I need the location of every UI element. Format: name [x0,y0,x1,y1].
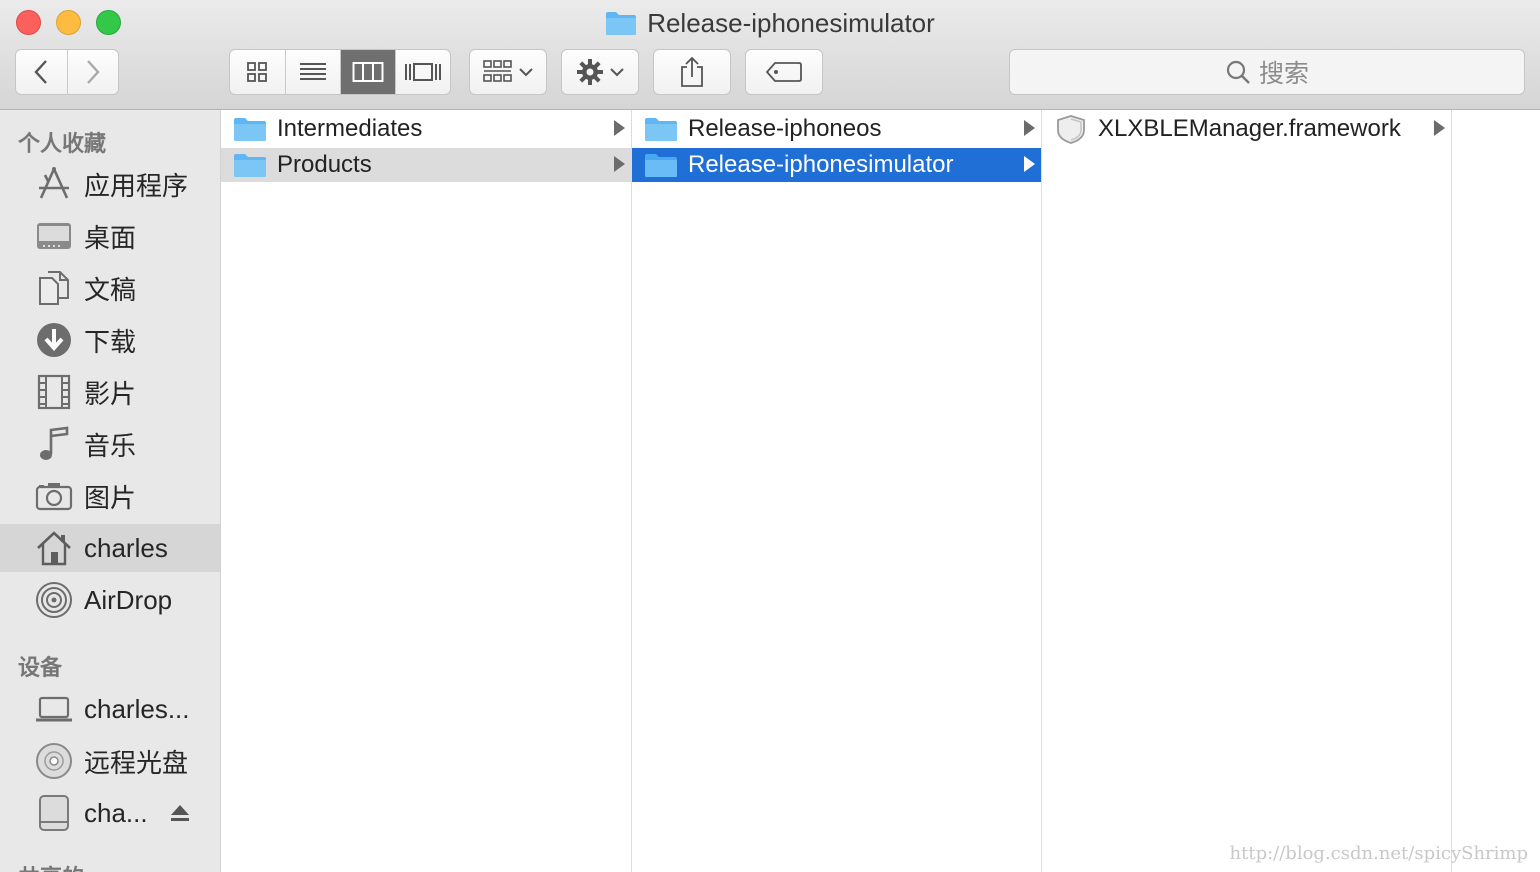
favorites-header: 个人收藏 [18,131,107,156]
icon-view-button[interactable] [230,50,286,94]
sidebar-item-label: 音乐 [84,430,137,461]
item-name: Release-iphonesimulator [688,151,954,178]
forward-button[interactable] [68,50,119,94]
downloads-icon [34,320,74,360]
edit-tags-button[interactable] [745,49,823,95]
applications-icon [34,164,74,204]
optical-disc-icon [34,741,74,781]
sidebar-item-movies[interactable]: 影片 [0,368,220,416]
folder-icon [644,151,678,179]
tag-icon [765,62,802,82]
list-item[interactable]: Release-iphonesimulator [632,148,1041,182]
sidebar-item-music[interactable]: 音乐 [0,420,220,468]
folder-icon [233,115,267,143]
folder-icon [233,151,267,179]
disclosure-arrow-icon [614,120,625,136]
share-icon [681,56,703,87]
list-icon [299,63,326,80]
sidebar-item-downloads[interactable]: 下载 [0,316,220,364]
shared-header: 共享的 [18,860,84,872]
sidebar-item-label: 图片 [84,482,137,513]
watermark: http://blog.csdn.net/spicyShrimp [1229,843,1528,864]
back-button[interactable] [16,50,68,94]
folder-icon [606,12,637,35]
window-title: Release-iphonesimulator [647,7,935,38]
sidebar-item-label: 影片 [84,378,137,409]
sidebar-item-airdrop[interactable]: AirDrop [0,576,220,624]
chevron-down-icon [610,68,624,77]
item-name: Release-iphoneos [688,115,882,142]
list-item[interactable]: Products [221,148,631,182]
sidebar-item-pictures[interactable]: 图片 [0,472,220,520]
disclosure-arrow-icon [1434,120,1445,136]
movies-icon [34,372,74,412]
browser-column-2: Release-iphoneos Release-iphonesimulator [632,110,1042,872]
sidebar-item-label: charles [84,532,168,563]
sidebar-item-label: 下载 [84,326,137,357]
sidebar-item-documents[interactable]: 文稿 [0,264,220,312]
search-field[interactable]: 搜索 [1009,49,1525,95]
sidebar-item-remote-disc[interactable]: 远程光盘 [0,737,220,785]
music-icon [34,424,74,464]
window-title-area: Release-iphonesimulator [0,4,1540,42]
list-item[interactable]: Intermediates [221,112,631,146]
sidebar-item-label: 桌面 [84,222,137,253]
sidebar-item-label: charles... [84,693,190,724]
gear-icon [577,59,603,85]
navigation-buttons [15,49,119,95]
search-placeholder: 搜索 [1258,60,1309,88]
sidebar-item-desktop[interactable]: 桌面 [0,212,220,260]
browser-column-1: Intermediates Products [221,110,632,872]
chevron-down-icon [519,68,533,77]
list-view-button[interactable] [286,50,341,94]
sidebar-item-external-drive[interactable]: cha... [0,789,220,837]
devices-header: 设备 [18,655,63,680]
sidebar-item-label: AirDrop [84,584,173,615]
eject-icon[interactable] [170,803,190,823]
arrange-button[interactable] [469,49,547,95]
column-view-button[interactable] [340,50,397,94]
sidebar: 个人收藏 应用程序 桌面 文稿 下载 影片 音乐 图片 charles AirD… [0,110,221,872]
sidebar-item-applications[interactable]: 应用程序 [0,160,220,208]
sidebar-item-label: 文稿 [84,274,137,305]
cover-flow-icon [405,63,442,81]
home-icon [34,528,74,568]
cover-flow-button[interactable] [396,50,450,94]
external-drive-icon [34,793,74,833]
icon-grid-icon [247,62,268,82]
framework-icon [1054,115,1088,144]
sidebar-item-label: cha... [84,797,148,828]
list-item[interactable]: Release-iphoneos [632,112,1041,146]
laptop-icon [34,689,74,729]
folder-icon [644,115,678,143]
disclosure-arrow-icon [614,156,625,172]
sidebar-item-home[interactable]: charles [0,524,220,572]
sidebar-item-label: 远程光盘 [84,747,189,778]
airdrop-icon [34,580,74,620]
sidebar-item-device-mac[interactable]: charles... [0,685,220,733]
arrange-grid-icon [483,60,512,82]
browser-column-3: XLXBLEManager.framework [1042,110,1452,872]
search-icon [1226,60,1250,84]
disclosure-arrow-icon [1024,156,1035,172]
list-item[interactable]: XLXBLEManager.framework [1042,112,1451,146]
item-name: XLXBLEManager.framework [1098,115,1401,142]
columns-icon [352,62,384,82]
action-button[interactable] [561,49,639,95]
camera-icon [34,476,74,516]
sidebar-item-label: 应用程序 [84,170,189,201]
chevron-right-icon [86,60,100,84]
disclosure-arrow-icon [1024,120,1035,136]
window-toolbar: Release-iphonesimulator 搜索 [0,0,1540,110]
chevron-left-icon [34,60,48,84]
desktop-icon [34,216,74,256]
item-name: Products [277,151,372,178]
documents-icon [34,268,74,308]
item-name: Intermediates [277,115,423,142]
share-button[interactable] [653,49,731,95]
view-mode-control [229,49,451,95]
